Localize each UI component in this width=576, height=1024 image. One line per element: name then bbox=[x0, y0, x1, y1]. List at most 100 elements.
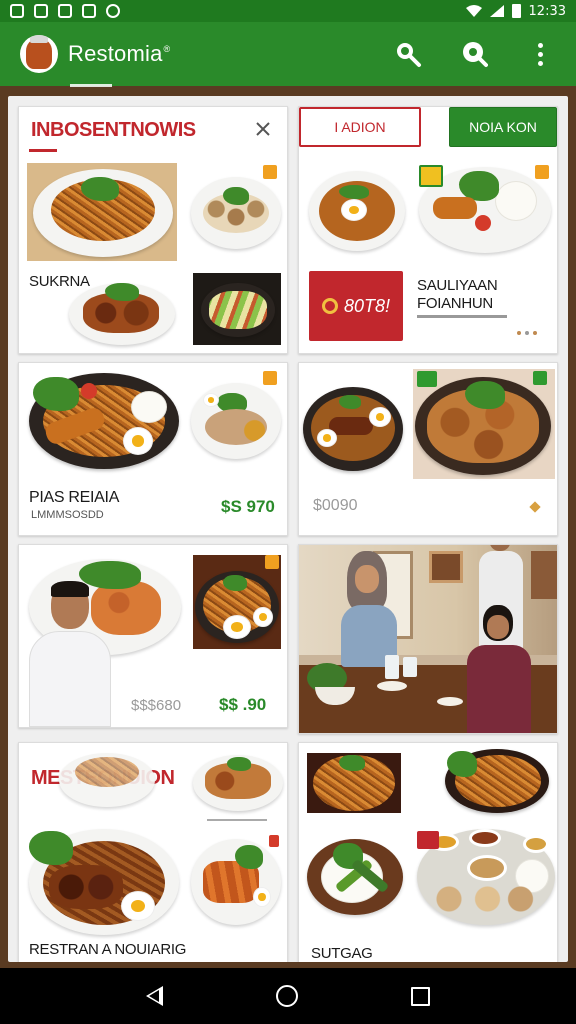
signal-icon bbox=[489, 5, 504, 17]
badge-icon bbox=[263, 165, 277, 179]
vegetable-slices bbox=[209, 291, 267, 329]
wall-picture bbox=[429, 551, 463, 583]
card-title: SAULIYAAN bbox=[417, 277, 498, 294]
app-title: Restomia bbox=[68, 41, 163, 66]
status-bar: 12:33 bbox=[0, 0, 576, 22]
notification-icons bbox=[10, 4, 120, 18]
card-label: SUTGAG bbox=[311, 945, 373, 962]
sausage bbox=[329, 417, 373, 435]
card-label: RESTRAN A NOUIARIG bbox=[29, 941, 187, 958]
plate bbox=[437, 697, 463, 706]
menu-card[interactable]: INBOSENTNOWIS SUKRNA bbox=[18, 106, 288, 354]
menu-card[interactable]: MESTEONUION RESTRAN A NOUIARIG bbox=[18, 742, 288, 962]
card-title: PIAS REIAIA bbox=[29, 489, 120, 506]
side-dish bbox=[205, 409, 267, 445]
glass bbox=[403, 657, 417, 677]
menu-card[interactable]: SUTGAG bbox=[298, 742, 558, 962]
rice bbox=[495, 181, 537, 221]
home-icon[interactable] bbox=[275, 985, 298, 1007]
menu-card[interactable]: $0090 bbox=[298, 362, 558, 536]
fried-chicken bbox=[427, 881, 537, 917]
text-placeholder-line bbox=[417, 315, 507, 318]
chef-coat bbox=[29, 631, 111, 727]
card-subtitle: LMMMSOSDD bbox=[31, 509, 104, 521]
diamond-icon bbox=[529, 501, 541, 513]
badge-icon bbox=[535, 165, 549, 179]
person-woman bbox=[459, 605, 539, 733]
egg bbox=[121, 891, 155, 921]
egg bbox=[203, 393, 219, 407]
menu-grid: INBOSENTNOWIS SUKRNA I ADION NOIA KON 80… bbox=[8, 96, 568, 962]
notification-icon bbox=[58, 4, 72, 18]
lettuce bbox=[447, 751, 477, 777]
plate bbox=[377, 681, 407, 691]
text-placeholder-line bbox=[207, 819, 267, 821]
tomato bbox=[475, 215, 491, 231]
badge-icon bbox=[419, 165, 443, 187]
garnish bbox=[223, 187, 249, 205]
notification-icon bbox=[34, 4, 48, 18]
chef-hair bbox=[51, 581, 89, 597]
egg bbox=[253, 607, 273, 627]
garnish bbox=[223, 575, 247, 591]
badge-icon bbox=[263, 371, 277, 385]
egg bbox=[223, 615, 251, 639]
egg bbox=[369, 407, 391, 427]
notification-icon bbox=[10, 4, 24, 18]
menu-card[interactable]: PIAS REIAIA LMMMSOSDD $S 970 bbox=[18, 362, 288, 536]
card-title-line2: FOIANHUN bbox=[417, 295, 493, 312]
garnish bbox=[235, 845, 263, 869]
rice bbox=[131, 391, 167, 423]
chef-photo[interactable] bbox=[29, 575, 111, 727]
sauce-bowl bbox=[523, 835, 549, 853]
card-price: $$ .90 bbox=[219, 695, 267, 714]
app-logo-icon[interactable] bbox=[20, 35, 58, 73]
garnish bbox=[339, 755, 365, 771]
pagination-dots bbox=[517, 331, 537, 335]
egg bbox=[123, 427, 153, 455]
egg bbox=[253, 887, 271, 907]
noodle-dish bbox=[75, 757, 139, 787]
restaurant-photo[interactable] bbox=[298, 544, 558, 734]
lettuce bbox=[29, 831, 73, 865]
menu-card[interactable]: $$$680 $$ .90 bbox=[18, 544, 288, 728]
badge-icon bbox=[265, 555, 279, 569]
garnish bbox=[339, 185, 369, 199]
garnish bbox=[227, 757, 251, 771]
battery-icon bbox=[511, 4, 521, 18]
card-heading: INBOSENTNOWIS bbox=[31, 119, 196, 141]
clock: 12:33 bbox=[528, 3, 566, 19]
egg bbox=[317, 429, 337, 447]
search-alt-icon[interactable] bbox=[454, 34, 494, 74]
search-icon[interactable] bbox=[388, 34, 428, 74]
sauce-bowl bbox=[469, 829, 501, 847]
person-woman-hijab bbox=[341, 551, 397, 667]
heading-underline bbox=[29, 149, 57, 152]
system-nav-bar bbox=[0, 968, 576, 1024]
action-button-green[interactable]: NOIA KON bbox=[449, 107, 557, 147]
card-label: SUKRNA bbox=[29, 273, 90, 290]
egg bbox=[341, 199, 367, 221]
tomato bbox=[81, 383, 97, 399]
back-icon[interactable] bbox=[146, 986, 164, 1006]
chili bbox=[269, 835, 279, 847]
more-vert-icon[interactable] bbox=[520, 34, 560, 74]
action-button-outline[interactable]: I ADION bbox=[299, 107, 421, 147]
meat-dish bbox=[49, 865, 123, 909]
close-icon[interactable] bbox=[253, 119, 273, 139]
menu-card[interactable]: I ADION NOIA KON 80T8! SAULIYAAN FOIANHU… bbox=[298, 106, 558, 354]
recents-icon[interactable] bbox=[410, 986, 430, 1006]
tab-indicator bbox=[70, 84, 112, 87]
card-price-old: $$$680 bbox=[131, 697, 182, 714]
badge-icon bbox=[417, 371, 437, 387]
notification-icon bbox=[82, 4, 96, 18]
promo-banner[interactable]: 80T8! bbox=[309, 271, 403, 341]
badge-icon bbox=[533, 371, 547, 385]
garnish bbox=[81, 177, 119, 201]
lettuce bbox=[33, 377, 79, 411]
card-price: $S 970 bbox=[221, 497, 275, 516]
card-price: $0090 bbox=[313, 497, 358, 514]
center-bowl bbox=[467, 855, 507, 881]
glass bbox=[385, 655, 399, 679]
garnish bbox=[105, 283, 139, 301]
